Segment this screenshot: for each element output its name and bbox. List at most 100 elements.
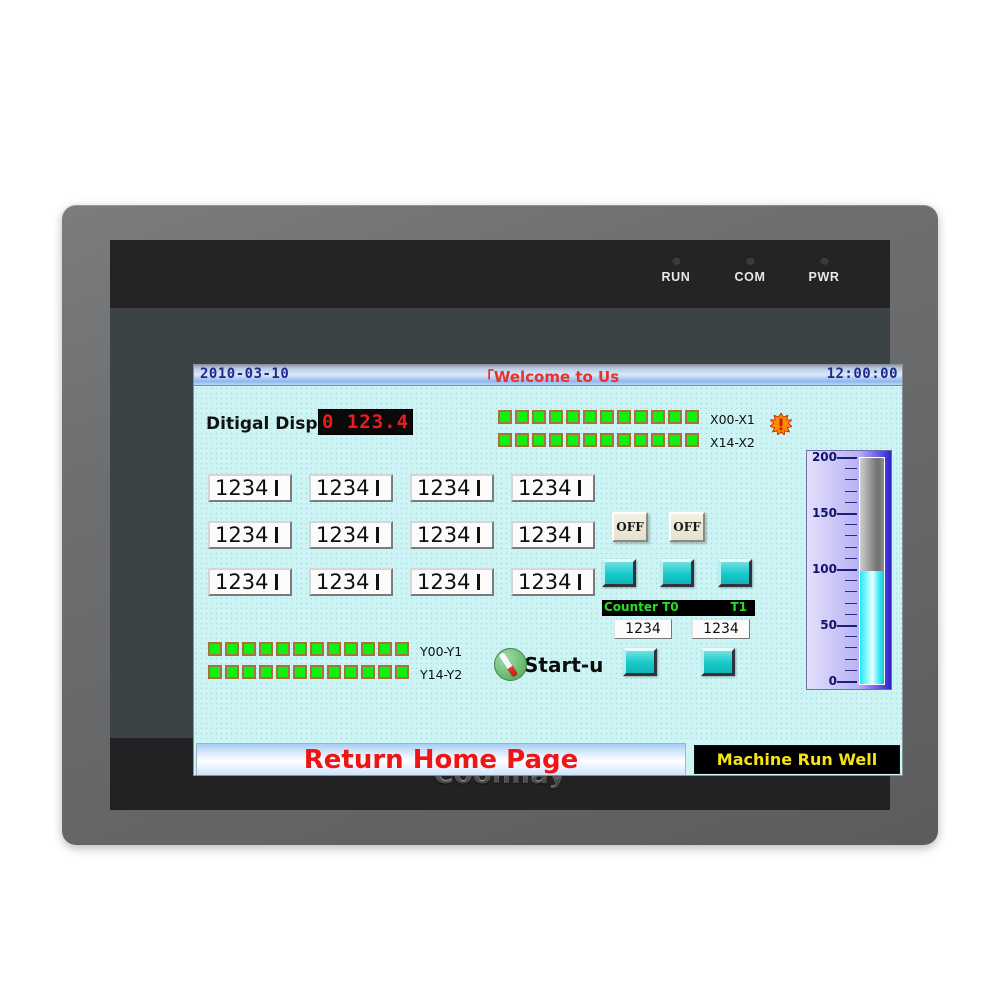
text-caret bbox=[376, 480, 380, 496]
cyan-button-5[interactable] bbox=[701, 648, 735, 676]
led-indicator-icon bbox=[327, 665, 341, 679]
gauge-tick-minor bbox=[845, 647, 857, 649]
text-caret bbox=[477, 527, 481, 543]
led-indicator-icon bbox=[378, 665, 392, 679]
digital-display-value[interactable]: 0 123.4 bbox=[318, 409, 413, 435]
counter-value-t1[interactable]: 1234 bbox=[692, 619, 750, 639]
io-label-x00: X00-X1 bbox=[710, 412, 755, 427]
led-indicator-icon bbox=[242, 642, 256, 656]
led-indicator-icon bbox=[378, 642, 392, 656]
welcome-title: 「Welcome to Us bbox=[478, 368, 620, 386]
counter-label-t1: T1 bbox=[730, 600, 747, 614]
led-indicator-icon bbox=[276, 642, 290, 656]
numeric-input-box[interactable]: 1234 bbox=[511, 521, 595, 549]
cyan-button-3[interactable] bbox=[718, 559, 752, 587]
status-led-group: RUN COM PWR bbox=[652, 256, 848, 284]
gauge-tick-minor bbox=[845, 591, 857, 593]
gauge-tick-label: 100 bbox=[811, 562, 837, 576]
gauge-fill bbox=[860, 571, 884, 684]
numeric-input-box[interactable]: 1234 bbox=[208, 521, 292, 549]
led-indicator-icon bbox=[685, 433, 699, 447]
gauge-tick-major bbox=[837, 569, 857, 571]
led-indicator-icon bbox=[600, 410, 614, 424]
led-indicator-icon bbox=[225, 642, 239, 656]
numeric-input-box[interactable]: 1234 bbox=[410, 474, 494, 502]
numeric-input-box[interactable]: 1234 bbox=[511, 568, 595, 596]
numeric-input-value: 1234 bbox=[316, 570, 370, 594]
numeric-input-value: 1234 bbox=[215, 523, 269, 547]
gauge-tick-major bbox=[837, 625, 857, 627]
led-indicator-icon bbox=[583, 433, 597, 447]
numeric-input-value: 1234 bbox=[316, 476, 370, 500]
led-indicator-icon bbox=[310, 642, 324, 656]
numeric-input-box[interactable]: 1234 bbox=[309, 568, 393, 596]
gauge-tick-label: 200 bbox=[811, 450, 837, 464]
gauge-tick-minor bbox=[845, 524, 857, 526]
led-indicator-icon bbox=[515, 410, 529, 424]
led-indicator-icon bbox=[819, 256, 829, 265]
led-indicator-icon bbox=[532, 433, 546, 447]
status-message-panel: Machine Run Well bbox=[694, 745, 900, 774]
io-label-x14: X14-X2 bbox=[710, 435, 755, 450]
cyan-button-1[interactable] bbox=[602, 559, 636, 587]
led-row-y14 bbox=[208, 665, 409, 679]
off-button-1[interactable]: OFF bbox=[612, 512, 648, 542]
return-home-button[interactable]: Return Home Page bbox=[196, 743, 686, 775]
gauge-tick-minor bbox=[845, 546, 857, 548]
hmi-screen[interactable]: 2010-03-10 「Welcome to Us 12:00:00 Ditig… bbox=[193, 364, 903, 776]
led-indicator-icon bbox=[532, 410, 546, 424]
numeric-input-box[interactable]: 1234 bbox=[410, 568, 494, 596]
numeric-input-box[interactable]: 1234 bbox=[309, 521, 393, 549]
led-indicator-icon bbox=[600, 433, 614, 447]
numeric-input-box[interactable]: 1234 bbox=[208, 568, 292, 596]
text-caret bbox=[578, 480, 582, 496]
led-indicator-icon bbox=[671, 256, 681, 265]
gauge-tick-label: 50 bbox=[820, 618, 837, 632]
numeric-input-value: 1234 bbox=[518, 523, 572, 547]
numeric-input-box[interactable]: 1234 bbox=[208, 474, 292, 502]
time-display: 12:00:00 bbox=[826, 366, 898, 382]
gauge-tick-major bbox=[837, 457, 857, 459]
led-indicator-icon bbox=[549, 433, 563, 447]
gauge-tick-minor bbox=[845, 490, 857, 492]
cyan-button-2[interactable] bbox=[660, 559, 694, 587]
numeric-input-value: 1234 bbox=[316, 523, 370, 547]
alarm-burst-icon[interactable] bbox=[769, 412, 793, 436]
led-indicator-icon bbox=[566, 433, 580, 447]
gauge-tick-major bbox=[837, 681, 857, 683]
cyan-button-4[interactable] bbox=[623, 648, 657, 676]
counter-value-t0[interactable]: 1234 bbox=[614, 619, 672, 639]
text-caret bbox=[275, 480, 279, 496]
status-message-text: Machine Run Well bbox=[716, 750, 878, 769]
led-indicator-icon bbox=[344, 665, 358, 679]
led-indicator-icon bbox=[310, 665, 324, 679]
gauge-tick-minor bbox=[845, 602, 857, 604]
led-indicator-icon bbox=[344, 642, 358, 656]
led-indicator-icon bbox=[498, 410, 512, 424]
led-row-x00 bbox=[498, 410, 699, 424]
level-gauge: 200 150 100 50 0 bbox=[806, 450, 892, 690]
led-indicator-icon bbox=[566, 410, 580, 424]
off-button-2[interactable]: OFF bbox=[669, 512, 705, 542]
numeric-input-box[interactable]: 1234 bbox=[309, 474, 393, 502]
startup-control[interactable]: Start-u bbox=[494, 648, 602, 681]
numeric-input-value: 1234 bbox=[417, 476, 471, 500]
gauge-tick-label: 0 bbox=[828, 674, 837, 688]
numeric-input-box[interactable]: 1234 bbox=[410, 521, 494, 549]
led-indicator-icon bbox=[583, 410, 597, 424]
status-label-com: COM bbox=[734, 270, 766, 284]
led-indicator-icon bbox=[515, 433, 529, 447]
led-indicator-icon bbox=[617, 433, 631, 447]
led-indicator-icon bbox=[395, 642, 409, 656]
gauge-tick-minor bbox=[845, 557, 857, 559]
led-row-y00 bbox=[208, 642, 409, 656]
led-indicator-icon bbox=[498, 433, 512, 447]
gauge-tick-minor bbox=[845, 468, 857, 470]
gauge-tick-minor bbox=[845, 535, 857, 537]
numeric-input-box[interactable]: 1234 bbox=[511, 474, 595, 502]
text-caret bbox=[477, 480, 481, 496]
led-indicator-icon bbox=[634, 433, 648, 447]
gauge-tick-minor bbox=[845, 669, 857, 671]
led-indicator-icon bbox=[242, 665, 256, 679]
gauge-tick-label: 150 bbox=[811, 506, 837, 520]
